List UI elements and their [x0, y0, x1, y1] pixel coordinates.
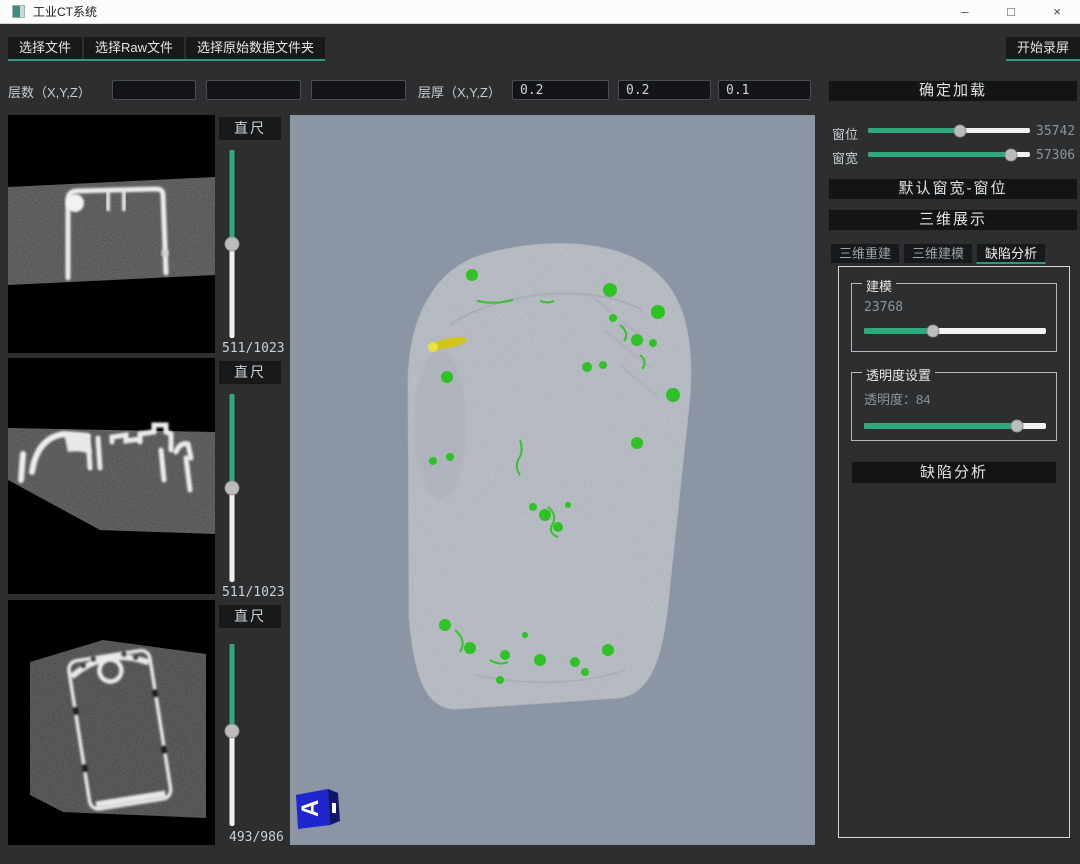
tab-3d-reconstruction[interactable]: 三维重建: [830, 243, 900, 264]
confirm-load-button[interactable]: 确定加载: [828, 80, 1078, 102]
slider-fill: [229, 150, 234, 244]
ct-slice-image-2: [8, 358, 215, 594]
defect-analysis-button[interactable]: 缺陷分析: [851, 461, 1057, 484]
display-3d-button[interactable]: 三维展示: [828, 209, 1078, 231]
layer-thickness-y-input[interactable]: [618, 80, 711, 100]
slider-fill: [864, 328, 933, 334]
layer-count-x-input[interactable]: [112, 80, 196, 100]
window-controls: – □ ×: [942, 0, 1080, 24]
app-icon: [12, 5, 25, 18]
opacity-slider[interactable]: [864, 423, 1046, 429]
slice-position-2: 511/1023: [222, 585, 285, 600]
window-level-slider[interactable]: [868, 128, 1030, 133]
layer-count-y-input[interactable]: [206, 80, 301, 100]
slice-position-1: 511/1023: [222, 341, 285, 356]
slider-handle[interactable]: [1004, 148, 1017, 161]
ct-slice-view-3[interactable]: [8, 600, 215, 845]
select-raw-file-button[interactable]: 选择Raw文件: [84, 37, 184, 59]
ct-slice-view-2[interactable]: [8, 358, 215, 594]
scanned-object: [408, 243, 691, 709]
modeling-group: 建模 23768: [851, 283, 1057, 352]
slider-handle[interactable]: [927, 325, 940, 338]
ct-slice-image-1: [8, 115, 215, 353]
layer-count-label: 层数（X,Y,Z）: [8, 82, 91, 101]
opacity-group: 透明度设置 透明度：84: [851, 372, 1057, 441]
modeling-value: 23768: [864, 300, 903, 315]
orientation-letter: A: [297, 800, 324, 817]
layer-thickness-z-input[interactable]: [718, 80, 811, 100]
slider-fill: [864, 423, 1017, 429]
ct-slice-image-3: [8, 600, 215, 845]
slider-handle[interactable]: [224, 724, 239, 739]
slider-fill: [868, 152, 1011, 157]
maximize-icon[interactable]: □: [988, 0, 1034, 24]
slider-fill: [229, 394, 234, 488]
opacity-group-title: 透明度设置: [862, 365, 935, 384]
titlebar: 工业CT系统 – □ ×: [0, 0, 1080, 24]
slider-handle[interactable]: [224, 237, 239, 252]
slider-handle[interactable]: [1010, 420, 1023, 433]
default-window-button[interactable]: 默认窗宽-窗位: [828, 178, 1078, 200]
slider-handle[interactable]: [224, 481, 239, 496]
window-level-label: 窗位: [832, 124, 858, 143]
ct-slice-view-1[interactable]: [8, 115, 215, 353]
ruler-button-2[interactable]: 直尺: [219, 361, 281, 384]
slice-position-3: 493/986: [229, 830, 284, 845]
viewport-3d[interactable]: A: [290, 115, 815, 845]
close-icon[interactable]: ×: [1034, 0, 1080, 24]
orientation-cube: A: [296, 789, 340, 829]
window-title: 工业CT系统: [33, 3, 97, 20]
slice-slider-3[interactable]: [224, 644, 239, 826]
window-width-slider[interactable]: [868, 152, 1030, 157]
tab-defect-analysis[interactable]: 缺陷分析: [976, 243, 1046, 264]
slider-handle[interactable]: [954, 124, 967, 137]
select-raw-folder-button[interactable]: 选择原始数据文件夹: [186, 37, 325, 59]
slice-slider-1[interactable]: [224, 150, 239, 338]
slice-slider-2[interactable]: [224, 394, 239, 582]
slider-fill: [229, 644, 234, 731]
modeling-slider[interactable]: [864, 328, 1046, 334]
select-file-button[interactable]: 选择文件: [8, 37, 82, 59]
layer-count-z-input[interactable]: [311, 80, 406, 100]
modeling-group-title: 建模: [862, 276, 896, 295]
analysis-tabbar: 三维重建 三维建模 缺陷分析: [830, 243, 1046, 264]
record-toolbar: 开始录屏: [1006, 37, 1080, 61]
tab-3d-modeling[interactable]: 三维建模: [903, 243, 973, 264]
window-width-label: 窗宽: [832, 148, 858, 167]
start-record-button[interactable]: 开始录屏: [1006, 37, 1080, 59]
viewport-3d-image: A: [290, 115, 815, 845]
minimize-icon[interactable]: –: [942, 0, 988, 24]
layer-thickness-label: 层厚（X,Y,Z）: [418, 82, 501, 101]
defect-analysis-tabpage: 建模 23768 透明度设置 透明度：84 缺陷分析: [838, 266, 1070, 838]
window-level-value: 35742: [1036, 124, 1075, 139]
layer-thickness-x-input[interactable]: [512, 80, 609, 100]
ruler-button-1[interactable]: 直尺: [219, 117, 281, 140]
file-toolbar: 选择文件 选择Raw文件 选择原始数据文件夹: [8, 37, 325, 61]
window-width-value: 57306: [1036, 148, 1075, 163]
opacity-value-label: 透明度：84: [864, 389, 930, 408]
slider-fill: [868, 128, 960, 133]
ruler-button-3[interactable]: 直尺: [219, 605, 281, 628]
